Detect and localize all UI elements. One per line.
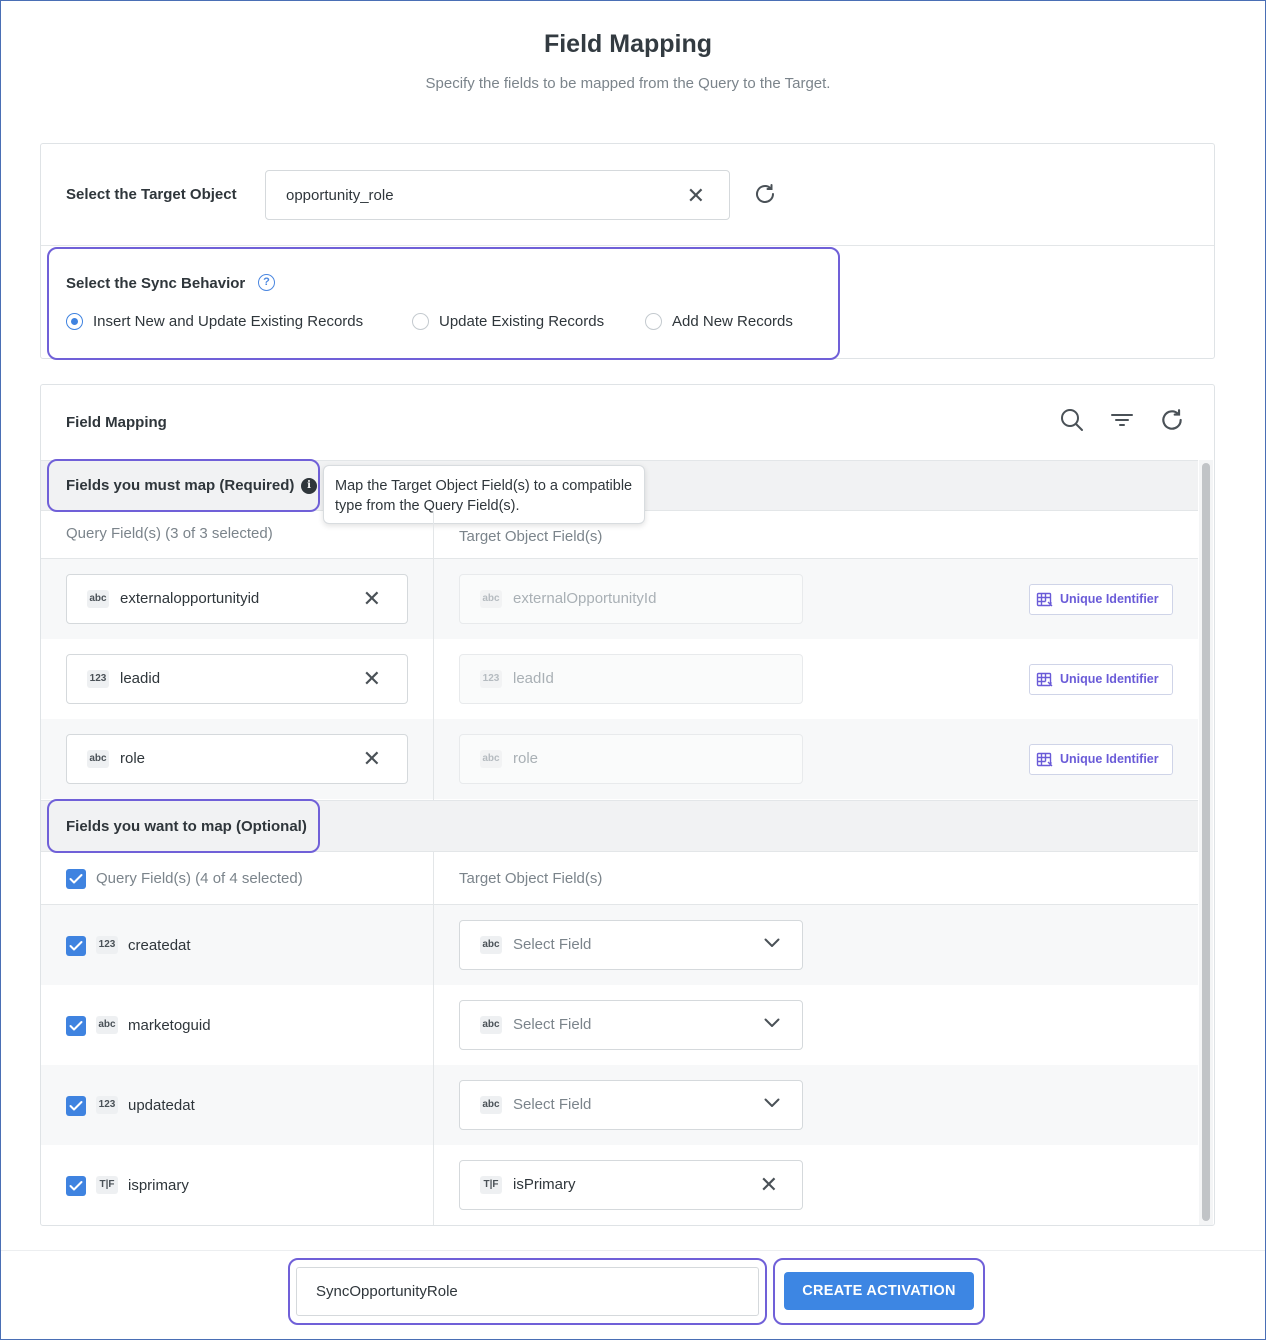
target-object-label: Select the Target Object bbox=[66, 186, 237, 203]
target-field-name: role bbox=[513, 750, 539, 767]
help-icon[interactable]: ? bbox=[258, 274, 275, 291]
type-abc-icon: abc bbox=[87, 750, 109, 768]
query-field-name: createdat bbox=[128, 937, 191, 954]
select-all-checkbox[interactable] bbox=[66, 869, 86, 889]
chevron-down-icon[interactable] bbox=[764, 938, 780, 948]
type-123-icon: 123 bbox=[87, 670, 109, 688]
target-field-name: externalOpportunityId bbox=[513, 590, 657, 607]
scrollbar[interactable] bbox=[1199, 460, 1213, 1225]
dropdown-placeholder: Select Field bbox=[513, 936, 592, 953]
target-field-dropdown[interactable]: abc Select Field bbox=[459, 1080, 803, 1130]
radio-button-selected[interactable] bbox=[66, 313, 83, 330]
activation-name-input[interactable]: SyncOpportunityRole bbox=[296, 1267, 759, 1316]
clear-field-icon[interactable]: ✕ bbox=[363, 666, 381, 692]
page-subtitle: Specify the fields to be mapped from the… bbox=[425, 75, 831, 92]
query-field-name: updatedat bbox=[128, 1097, 195, 1114]
column-divider bbox=[433, 559, 434, 800]
tooltip: Map the Target Object Field(s) to a comp… bbox=[323, 465, 645, 524]
query-field-select[interactable]: 123 leadid ✕ bbox=[66, 654, 408, 704]
target-field-name: isPrimary bbox=[513, 1176, 576, 1193]
type-abc-icon: abc bbox=[480, 1016, 502, 1034]
target-field-dropdown[interactable]: abc Select Field bbox=[459, 920, 803, 970]
radio-insert-update[interactable]: Insert New and Update Existing Records bbox=[66, 313, 363, 330]
refresh-target-icon[interactable] bbox=[753, 182, 777, 206]
query-fields-header: Query Field(s) (3 of 3 selected) bbox=[66, 525, 273, 542]
unique-identifier-button[interactable]: Unique Identifier bbox=[1029, 744, 1173, 775]
field-mapping-title: Field Mapping bbox=[66, 414, 167, 431]
target-object-value: opportunity_role bbox=[286, 187, 394, 204]
dropdown-placeholder: Select Field bbox=[513, 1016, 592, 1033]
target-object-row: Select the Target Object opportunity_rol… bbox=[41, 144, 1214, 246]
type-abc-icon: abc bbox=[87, 590, 109, 608]
query-field-name: role bbox=[120, 750, 146, 767]
radio-button[interactable] bbox=[412, 313, 429, 330]
target-fields-header: Target Object Field(s) bbox=[459, 528, 603, 545]
type-abc-icon: abc bbox=[96, 1016, 118, 1034]
type-abc-icon: abc bbox=[480, 750, 502, 768]
query-field-name: marketoguid bbox=[128, 1017, 211, 1034]
radio-button[interactable] bbox=[645, 313, 662, 330]
clear-target-icon[interactable]: ✕ bbox=[687, 183, 705, 209]
target-field-name: leadId bbox=[513, 670, 554, 687]
query-field-name: externalopportunityid bbox=[120, 590, 260, 607]
create-activation-button[interactable]: CREATE ACTIVATION bbox=[784, 1272, 974, 1310]
unique-identifier-label: Unique Identifier bbox=[1060, 672, 1159, 686]
unique-identifier-button[interactable]: Unique Identifier bbox=[1029, 664, 1173, 695]
target-field-readonly: 123 leadId bbox=[459, 654, 803, 704]
clear-field-icon[interactable]: ✕ bbox=[363, 586, 381, 612]
required-section-label: Fields you must map (Required) bbox=[66, 477, 295, 494]
type-abc-icon: abc bbox=[480, 936, 502, 954]
radio-label: Add New Records bbox=[672, 313, 793, 330]
query-field-select[interactable]: abc externalopportunityid ✕ bbox=[66, 574, 408, 624]
target-field-readonly: abc role bbox=[459, 734, 803, 784]
row-checkbox[interactable] bbox=[66, 1176, 86, 1196]
query-field-select[interactable]: abc role ✕ bbox=[66, 734, 408, 784]
sync-behavior-highlight bbox=[47, 247, 840, 360]
table-key-icon bbox=[1036, 672, 1053, 687]
type-boolean-icon: T|F bbox=[96, 1176, 118, 1194]
target-field-readonly: abc externalOpportunityId bbox=[459, 574, 803, 624]
chevron-down-icon[interactable] bbox=[764, 1098, 780, 1108]
unique-identifier-label: Unique Identifier bbox=[1060, 592, 1159, 606]
radio-label: Insert New and Update Existing Records bbox=[93, 313, 364, 330]
row-checkbox[interactable] bbox=[66, 1096, 86, 1116]
optional-section-label: Fields you want to map (Optional) bbox=[66, 818, 307, 835]
filter-icon[interactable] bbox=[1109, 407, 1135, 433]
footer-divider bbox=[0, 1250, 1266, 1251]
row-checkbox[interactable] bbox=[66, 1016, 86, 1036]
table-key-icon bbox=[1036, 592, 1053, 607]
info-icon[interactable]: i bbox=[301, 478, 317, 494]
refresh-icon[interactable] bbox=[1159, 407, 1185, 433]
chevron-down-icon[interactable] bbox=[764, 1018, 780, 1028]
target-field-select[interactable]: T|F isPrimary ✕ bbox=[459, 1160, 803, 1210]
query-field-name: isprimary bbox=[128, 1177, 189, 1194]
query-field-name: leadid bbox=[120, 670, 161, 687]
radio-add-new[interactable]: Add New Records bbox=[645, 313, 793, 330]
type-123-icon: 123 bbox=[480, 670, 502, 688]
radio-label: Update Existing Records bbox=[439, 313, 605, 330]
page-title: Field Mapping bbox=[543, 30, 713, 58]
type-123-icon: 123 bbox=[96, 1096, 118, 1114]
unique-identifier-label: Unique Identifier bbox=[1060, 752, 1159, 766]
radio-update-existing[interactable]: Update Existing Records bbox=[412, 313, 604, 330]
clear-field-icon[interactable]: ✕ bbox=[363, 746, 381, 772]
target-field-dropdown[interactable]: abc Select Field bbox=[459, 1000, 803, 1050]
type-abc-icon: abc bbox=[480, 590, 502, 608]
target-fields-header: Target Object Field(s) bbox=[459, 870, 603, 887]
sync-behavior-label: Select the Sync Behavior bbox=[66, 275, 246, 292]
dropdown-placeholder: Select Field bbox=[513, 1096, 592, 1113]
type-abc-icon: abc bbox=[480, 1096, 502, 1114]
scrollbar-thumb[interactable] bbox=[1202, 463, 1210, 1221]
column-divider bbox=[433, 905, 434, 1225]
search-icon[interactable] bbox=[1059, 407, 1085, 433]
type-boolean-icon: T|F bbox=[480, 1176, 502, 1194]
unique-identifier-button[interactable]: Unique Identifier bbox=[1029, 584, 1173, 615]
clear-field-icon[interactable]: ✕ bbox=[760, 1172, 778, 1198]
type-123-icon: 123 bbox=[96, 936, 118, 954]
table-key-icon bbox=[1036, 752, 1053, 767]
query-fields-header: Query Field(s) (4 of 4 selected) bbox=[96, 870, 303, 887]
target-object-select[interactable]: opportunity_role ✕ bbox=[265, 170, 730, 220]
row-checkbox[interactable] bbox=[66, 936, 86, 956]
